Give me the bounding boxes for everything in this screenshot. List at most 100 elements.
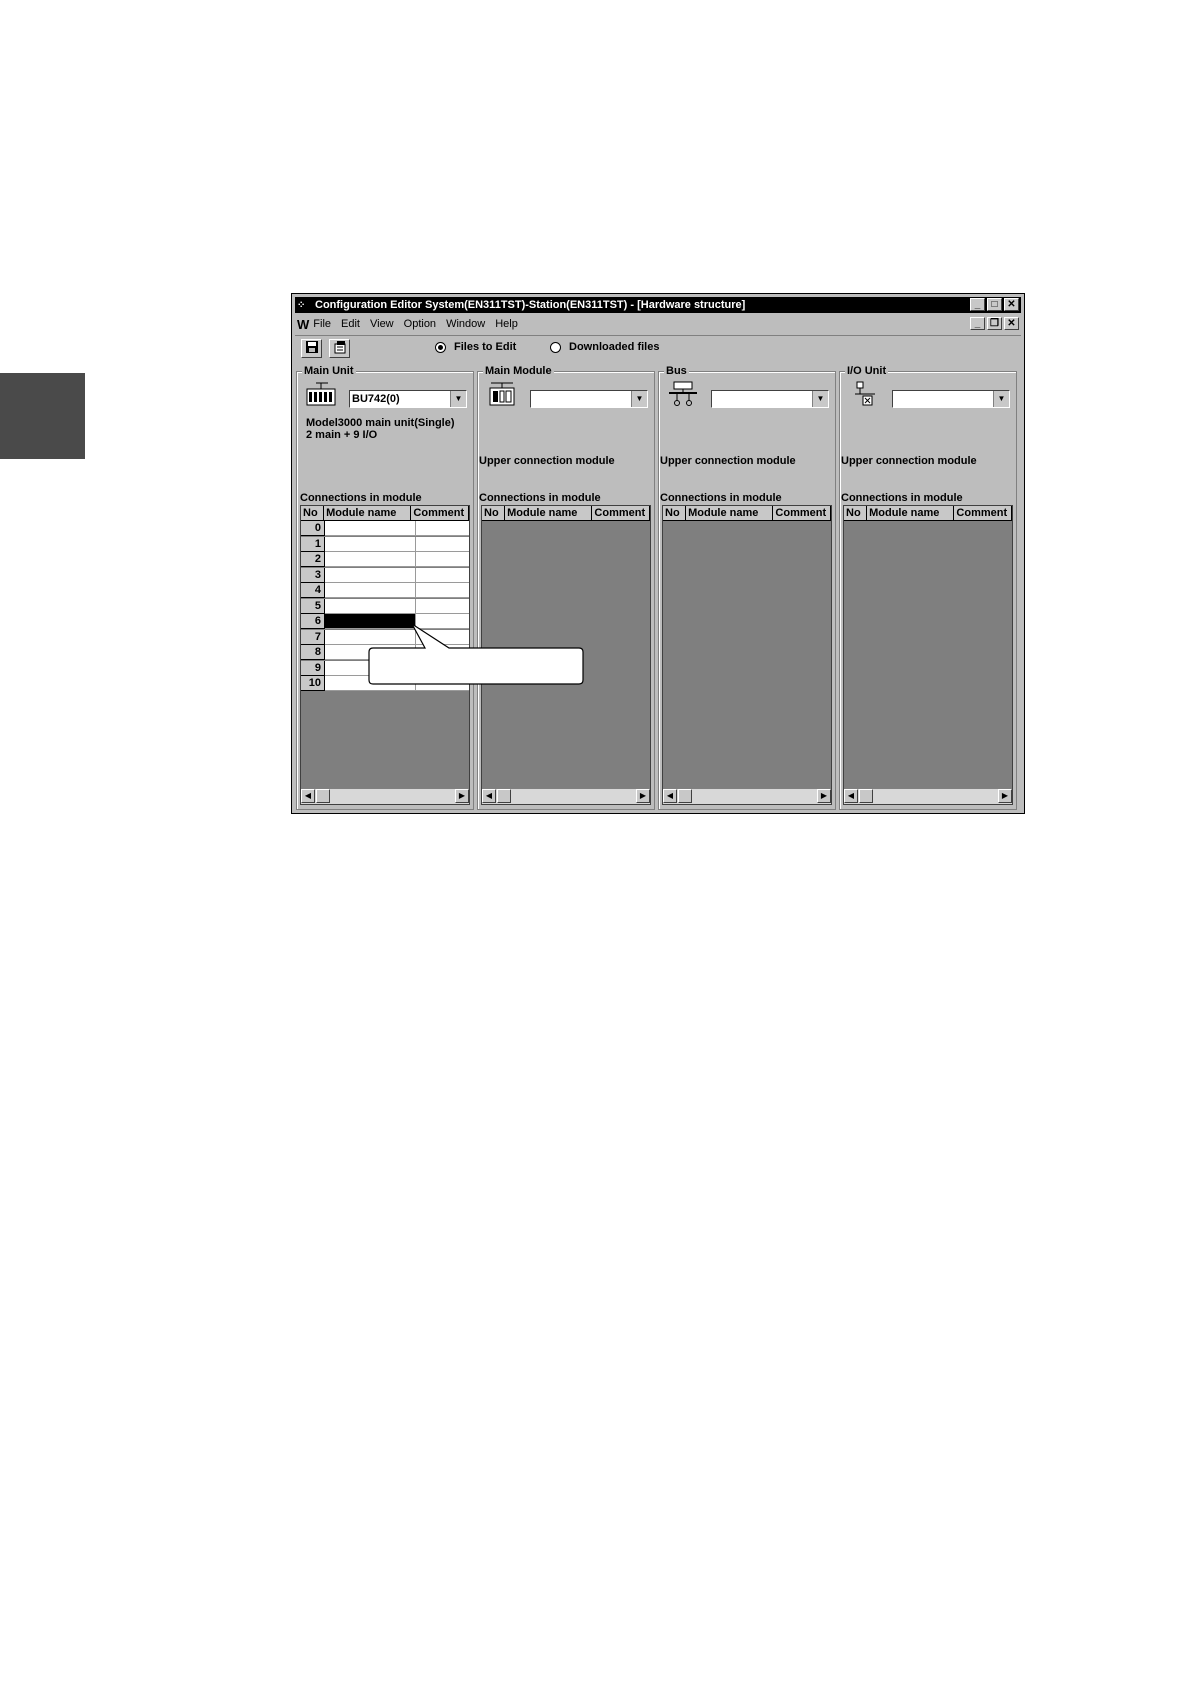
comment-cell[interactable] [416, 614, 469, 629]
maximize-button[interactable]: □ [987, 298, 1002, 311]
table-row[interactable]: 10 [301, 676, 469, 691]
table-row[interactable]: 4 [301, 583, 469, 598]
scroll-thumb[interactable] [859, 789, 873, 803]
comment-cell[interactable] [416, 629, 469, 645]
bus-combo[interactable]: ▼ [711, 390, 829, 408]
header-module-name[interactable]: Module name [867, 506, 955, 521]
menu-edit[interactable]: Edit [341, 318, 360, 330]
description-line-2: 2 main + 9 I/O [306, 429, 378, 441]
io-unit-combo[interactable]: ▼ [892, 390, 1010, 408]
main-unit-combo[interactable]: BU742(0) ▼ [349, 390, 467, 408]
table-row[interactable]: 5 [301, 598, 469, 614]
chevron-down-icon[interactable]: ▼ [631, 391, 647, 407]
menu-view[interactable]: View [370, 318, 394, 330]
app-logo-icon: W [297, 316, 309, 332]
row-number[interactable]: 0 [301, 521, 325, 536]
menu-file[interactable]: File [313, 318, 331, 330]
row-number[interactable]: 5 [301, 598, 325, 614]
module-name-cell[interactable] [325, 629, 416, 645]
header-comment[interactable]: Comment [411, 506, 469, 521]
io-unit-icon [855, 381, 875, 406]
header-module-name[interactable]: Module name [324, 506, 412, 521]
row-number[interactable]: 9 [301, 660, 325, 676]
save-button[interactable] [301, 339, 322, 358]
module-name-cell[interactable] [325, 521, 416, 536]
row-number[interactable]: 7 [301, 629, 325, 645]
scroll-thumb[interactable] [678, 789, 692, 803]
scroll-left-icon[interactable]: ◀ [663, 789, 677, 803]
module-name-cell[interactable] [325, 552, 416, 567]
horizontal-scrollbar[interactable]: ◀ ▶ [301, 788, 469, 804]
row-number[interactable]: 3 [301, 567, 325, 583]
comment-cell[interactable] [416, 660, 469, 676]
horizontal-scrollbar[interactable]: ◀ ▶ [482, 788, 650, 804]
header-no[interactable]: No [663, 506, 687, 521]
horizontal-scrollbar[interactable]: ◀ ▶ [844, 788, 1012, 804]
module-name-cell[interactable] [325, 583, 416, 598]
module-name-cell[interactable] [325, 536, 416, 552]
scroll-right-icon[interactable]: ▶ [455, 789, 469, 803]
row-number[interactable]: 2 [301, 552, 325, 567]
header-no[interactable]: No [301, 506, 325, 521]
header-comment[interactable]: Comment [954, 506, 1012, 521]
chevron-down-icon[interactable]: ▼ [812, 391, 828, 407]
chevron-down-icon[interactable]: ▼ [993, 391, 1009, 407]
table-row[interactable]: 6 [301, 614, 469, 629]
scroll-left-icon[interactable]: ◀ [482, 789, 496, 803]
properties-button[interactable] [329, 339, 350, 358]
comment-cell[interactable] [416, 552, 469, 567]
scroll-right-icon[interactable]: ▶ [636, 789, 650, 803]
table-row[interactable]: 0 [301, 521, 469, 536]
mdi-close-button[interactable]: ✕ [1004, 317, 1019, 330]
comment-cell[interactable] [416, 521, 469, 536]
header-no[interactable]: No [844, 506, 868, 521]
scroll-thumb[interactable] [316, 789, 330, 803]
window-title: Configuration Editor System(EN311TST)-St… [315, 299, 746, 311]
scroll-left-icon[interactable]: ◀ [844, 789, 858, 803]
radio-files-to-edit[interactable]: Files to Edit [435, 341, 516, 353]
menu-option[interactable]: Option [404, 318, 436, 330]
table-row[interactable]: 3 [301, 567, 469, 583]
module-name-cell[interactable] [325, 645, 416, 660]
main-module-combo[interactable]: ▼ [530, 390, 648, 408]
table-row[interactable]: 1 [301, 536, 469, 552]
module-name-cell[interactable] [325, 567, 416, 583]
mdi-minimize-button[interactable]: _ [970, 317, 985, 330]
header-comment[interactable]: Comment [592, 506, 650, 521]
comment-cell[interactable] [416, 676, 469, 691]
row-number[interactable]: 8 [301, 645, 325, 660]
close-button[interactable]: ✕ [1004, 298, 1019, 311]
module-name-cell[interactable] [325, 598, 416, 614]
horizontal-scrollbar[interactable]: ◀ ▶ [663, 788, 831, 804]
header-comment[interactable]: Comment [773, 506, 831, 521]
comment-cell[interactable] [416, 645, 469, 660]
header-no[interactable]: No [482, 506, 506, 521]
comment-cell[interactable] [416, 583, 469, 598]
chevron-down-icon[interactable]: ▼ [450, 391, 466, 407]
radio-downloaded-files[interactable]: Downloaded files [550, 341, 659, 353]
scroll-thumb[interactable] [497, 789, 511, 803]
comment-cell[interactable] [416, 567, 469, 583]
mdi-restore-button[interactable]: ❐ [987, 317, 1002, 330]
row-number[interactable]: 1 [301, 536, 325, 552]
table-row[interactable]: 8 [301, 645, 469, 660]
module-name-cell[interactable] [325, 614, 416, 629]
header-module-name[interactable]: Module name [505, 506, 593, 521]
row-number[interactable]: 10 [301, 676, 325, 691]
minimize-button[interactable]: _ [970, 298, 985, 311]
table-row[interactable]: 7 [301, 629, 469, 645]
scroll-right-icon[interactable]: ▶ [998, 789, 1012, 803]
module-name-cell[interactable] [325, 660, 416, 676]
comment-cell[interactable] [416, 536, 469, 552]
scroll-right-icon[interactable]: ▶ [817, 789, 831, 803]
menu-help[interactable]: Help [495, 318, 518, 330]
module-name-cell[interactable] [325, 676, 416, 691]
header-module-name[interactable]: Module name [686, 506, 774, 521]
menu-window[interactable]: Window [446, 318, 485, 330]
row-number[interactable]: 6 [301, 614, 325, 629]
table-row[interactable]: 9 [301, 660, 469, 676]
comment-cell[interactable] [416, 598, 469, 614]
row-number[interactable]: 4 [301, 583, 325, 598]
table-row[interactable]: 2 [301, 552, 469, 567]
scroll-left-icon[interactable]: ◀ [301, 789, 315, 803]
